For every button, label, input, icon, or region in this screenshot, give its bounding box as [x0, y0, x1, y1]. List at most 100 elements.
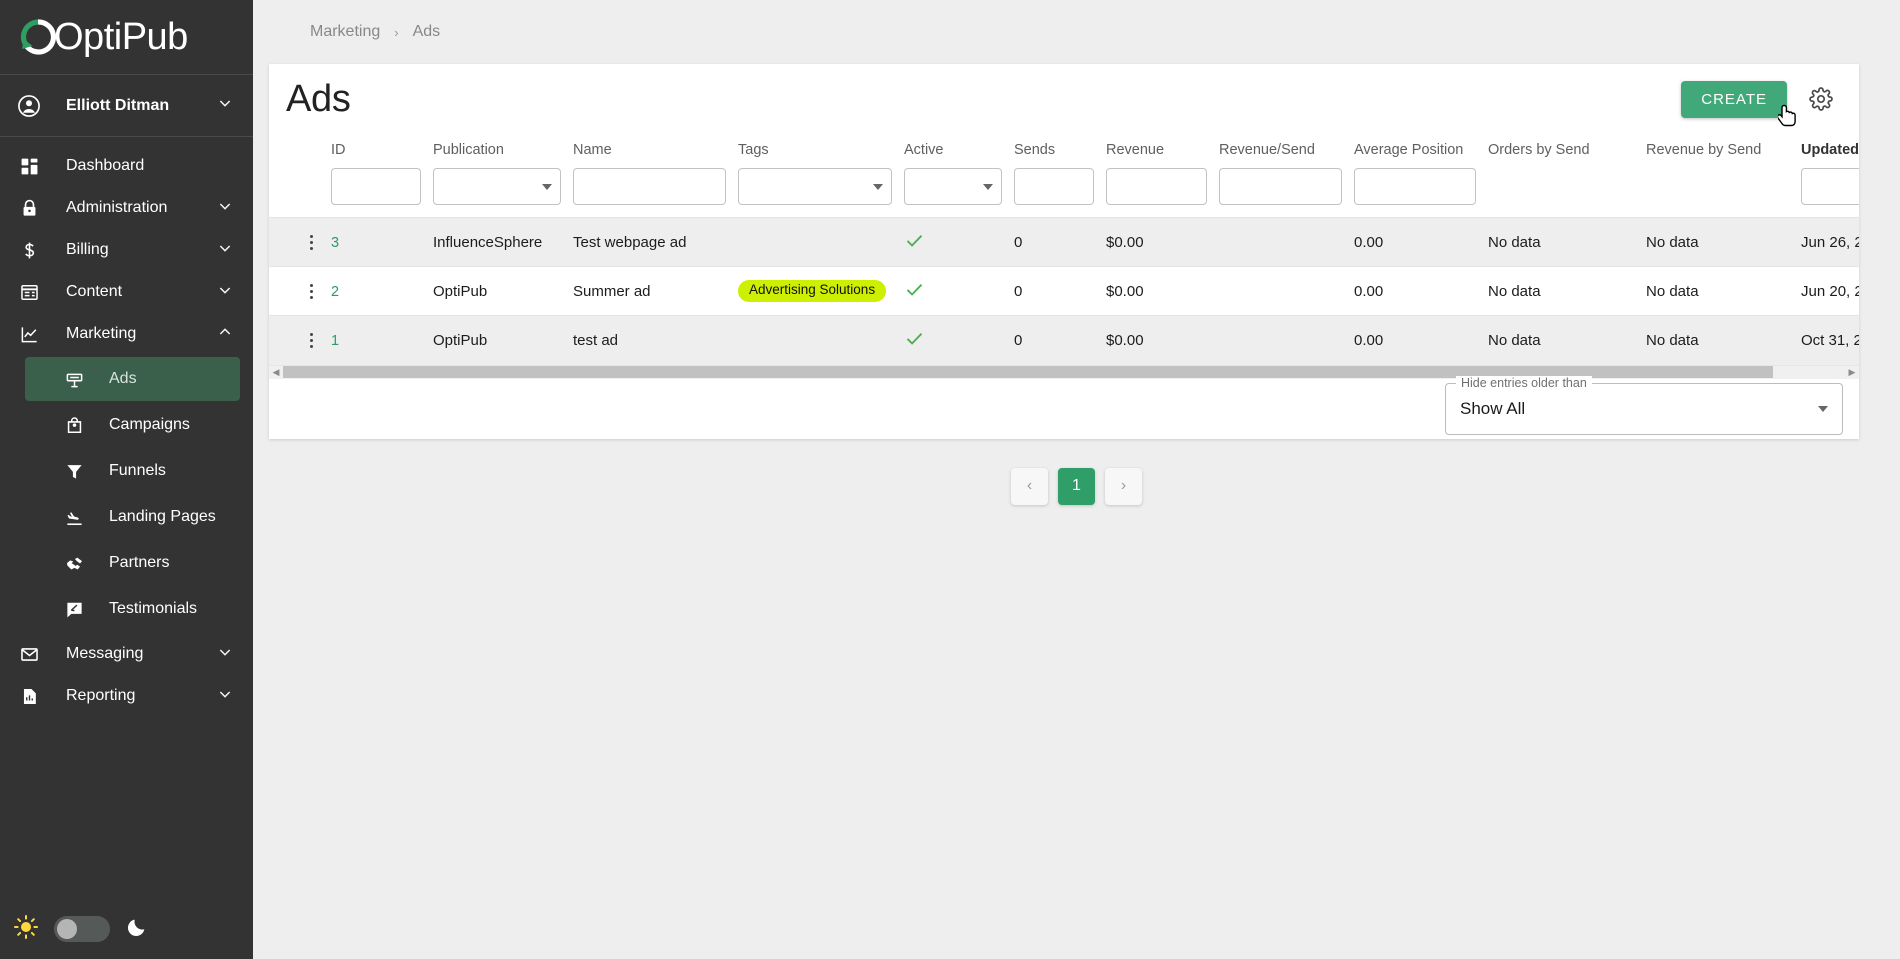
- row-actions-menu-icon[interactable]: [291, 332, 331, 348]
- chevron-down-icon: [217, 95, 235, 116]
- filter-active-select[interactable]: [904, 168, 1002, 205]
- sidebar-item-ads[interactable]: Ads: [25, 357, 240, 401]
- hide-entries-older-than-select[interactable]: Hide entries older than Show All: [1445, 375, 1843, 435]
- horizontal-scrollbar[interactable]: ◀ ▶: [269, 364, 1859, 379]
- pagination-prev-button[interactable]: ‹: [1011, 467, 1048, 505]
- row-actions-menu-icon[interactable]: [291, 234, 331, 250]
- table-row[interactable]: 2 OptiPub Summer ad Advertising Solution…: [269, 266, 1859, 316]
- sidebar-item-testimonials[interactable]: Testimonials: [25, 587, 240, 631]
- filter-id-input[interactable]: [331, 168, 421, 205]
- chevron-down-icon: [542, 183, 552, 190]
- dashboard-icon: [16, 157, 42, 176]
- report-doc-icon: [16, 687, 42, 706]
- sidebar-item-landing-pages[interactable]: Landing Pages: [25, 495, 240, 539]
- sidebar-item-label: Landing Pages: [109, 508, 216, 525]
- filter-publication-select[interactable]: [433, 168, 561, 205]
- sidebar-item-label: Partners: [109, 554, 170, 571]
- breadcrumb-parent[interactable]: Marketing: [310, 23, 380, 41]
- col-publication[interactable]: Publication: [433, 134, 573, 168]
- col-orders-by-send[interactable]: Orders by Send: [1488, 134, 1646, 168]
- chart-line-icon: [16, 325, 42, 344]
- sidebar-item-partners[interactable]: Partners: [25, 541, 240, 585]
- app-logo[interactable]: OptiPub: [0, 0, 253, 75]
- sidebar-item-marketing[interactable]: Marketing: [0, 313, 253, 355]
- chevron-down-icon: [1818, 405, 1828, 412]
- hide-entries-value: Show All: [1460, 398, 1526, 418]
- filter-revenue-input[interactable]: [1106, 168, 1207, 205]
- filter-tags-cell: [738, 168, 904, 218]
- sidebar-item-label: Content: [66, 283, 123, 300]
- sidebar-item-administration[interactable]: Administration: [0, 187, 253, 229]
- cell-orders-by-send: No data: [1488, 315, 1646, 365]
- filter-average-position-input[interactable]: [1354, 168, 1476, 205]
- shopping-bag-icon: [61, 416, 87, 435]
- filter-name-input[interactable]: [573, 168, 726, 205]
- col-id[interactable]: ID: [331, 134, 433, 168]
- col-name[interactable]: Name: [573, 134, 738, 168]
- cell-updated: Oct 31, 2023, 10:58 AM: [1801, 315, 1859, 365]
- pagination-next-button[interactable]: ›: [1105, 467, 1142, 505]
- id-link[interactable]: 3: [331, 235, 339, 251]
- col-revenue-per-send[interactable]: Revenue/Send: [1219, 134, 1354, 168]
- sidebar-item-billing[interactable]: Billing: [0, 229, 253, 271]
- col-updated[interactable]: Updated: [1801, 134, 1859, 168]
- user-menu[interactable]: Elliott Ditman: [0, 75, 253, 137]
- cell-active: [904, 217, 1014, 267]
- col-tags[interactable]: Tags: [738, 134, 904, 168]
- row-actions-menu-icon[interactable]: [291, 283, 331, 299]
- sidebar-item-content[interactable]: Content: [0, 271, 253, 313]
- chevron-down-icon: [873, 183, 883, 190]
- col-revenue[interactable]: Revenue: [1106, 134, 1219, 168]
- sidebar-item-label: Ads: [109, 370, 137, 387]
- cell-average-position: 0.00: [1354, 315, 1488, 365]
- filter-updated-input[interactable]: [1801, 168, 1859, 205]
- chevron-down-icon: [983, 183, 993, 190]
- cell-revenue-by-send: No data: [1646, 315, 1801, 365]
- table-row[interactable]: 1 OptiPub test ad 0 $0.00 0.00 No data N…: [269, 315, 1859, 365]
- gear-icon[interactable]: [1809, 87, 1833, 111]
- cell-id: 3: [331, 217, 433, 267]
- sidebar-item-dashboard[interactable]: Dashboard: [0, 145, 253, 187]
- col-revenue-by-send[interactable]: Revenue by Send: [1646, 134, 1801, 168]
- pagination-page-1-button[interactable]: 1: [1058, 467, 1095, 505]
- check-icon: [904, 332, 925, 353]
- create-button[interactable]: CREATE: [1681, 80, 1787, 118]
- id-link[interactable]: 1: [331, 333, 339, 349]
- scroll-right-arrow-icon[interactable]: ▶: [1845, 365, 1859, 379]
- tag-badge[interactable]: Advertising Solutions: [738, 280, 887, 302]
- sidebar-item-messaging[interactable]: Messaging: [0, 633, 253, 675]
- sidebar-item-label: Billing: [66, 241, 109, 258]
- scroll-left-arrow-icon[interactable]: ◀: [269, 365, 283, 379]
- filter-revenue-cell: [1106, 168, 1219, 218]
- cell-tags: [738, 315, 904, 365]
- col-sends[interactable]: Sends: [1014, 134, 1106, 168]
- page-title: Ads: [286, 77, 351, 120]
- sidebar-item-campaigns[interactable]: Campaigns: [25, 403, 240, 447]
- card-header: Ads CREATE: [269, 64, 1859, 134]
- optipub-logo-icon: [16, 15, 60, 59]
- cell-revenue-per-send: [1219, 266, 1354, 316]
- cell-tags: [738, 217, 904, 267]
- cell-sends: 0: [1014, 315, 1106, 365]
- col-active[interactable]: Active: [904, 134, 1014, 168]
- filter-revenue-per-send-input[interactable]: [1219, 168, 1342, 205]
- id-link[interactable]: 2: [331, 284, 339, 300]
- cell-name: Summer ad: [573, 266, 738, 316]
- filter-sends-input[interactable]: [1014, 168, 1094, 205]
- ads-table: ID Publication Name Tags Active Sends Re…: [269, 134, 1859, 365]
- scrollbar-track[interactable]: [283, 365, 1845, 379]
- filter-publication-cell: [433, 168, 573, 218]
- sidebar-item-funnels[interactable]: Funnels: [25, 449, 240, 493]
- table-row[interactable]: 3 InfluenceSphere Test webpage ad 0 $0.0…: [269, 217, 1859, 267]
- filter-tags-select[interactable]: [738, 168, 892, 205]
- col-average-position[interactable]: Average Position: [1354, 134, 1488, 168]
- sidebar-item-reporting[interactable]: Reporting: [0, 675, 253, 717]
- row-menu-cell: [269, 217, 331, 267]
- filter-id-cell: [331, 168, 433, 218]
- theme-toggle-switch[interactable]: [54, 916, 110, 942]
- dollar-icon: [16, 241, 42, 260]
- sun-icon[interactable]: [14, 914, 38, 944]
- review-icon: [61, 600, 87, 619]
- moon-icon[interactable]: [126, 916, 148, 943]
- sidebar-item-label: Testimonials: [109, 600, 198, 617]
